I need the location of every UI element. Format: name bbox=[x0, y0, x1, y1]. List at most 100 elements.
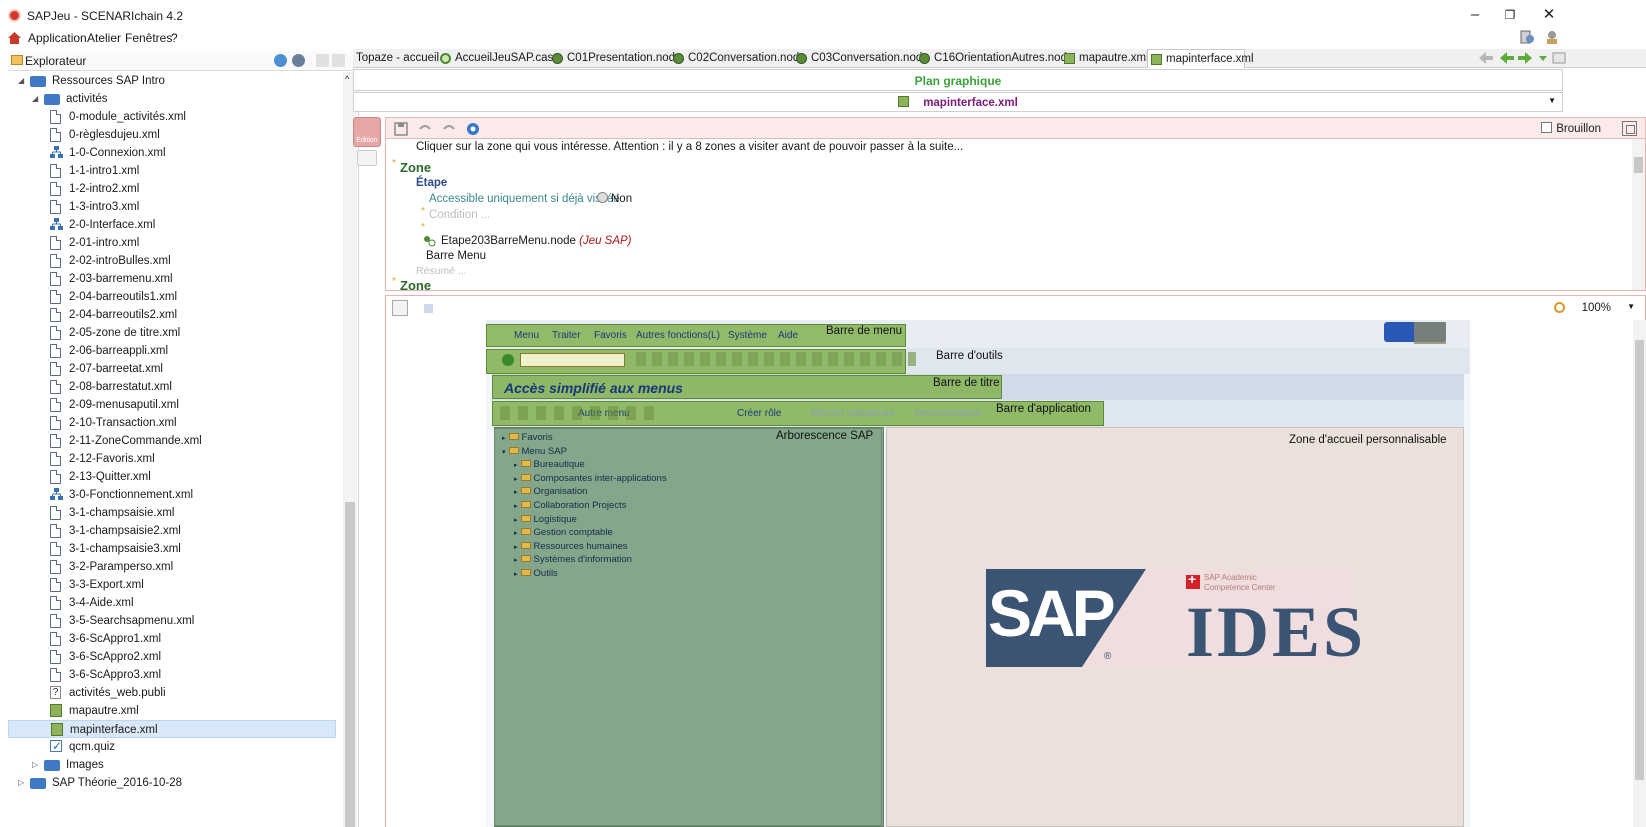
tree-item[interactable]: 2-03-barremenu.xml bbox=[8, 270, 336, 288]
tree-item[interactable]: 3-6-ScAppro2.xml bbox=[8, 648, 336, 666]
refresh-icon[interactable] bbox=[466, 122, 480, 136]
sync-icon[interactable] bbox=[274, 54, 287, 67]
maximize-panel-icon[interactable] bbox=[332, 54, 345, 67]
tree-item[interactable]: 3-4-Aide.xml bbox=[8, 594, 336, 612]
node-link[interactable]: Etape203BarreMenu.node (Jeu SAP) bbox=[441, 235, 632, 247]
tree-item[interactable]: 1-3-intro3.xml bbox=[8, 198, 336, 216]
tree-item[interactable]: 3-6-ScAppro3.xml bbox=[8, 666, 336, 684]
tree-item[interactable]: 2-04-barreoutils1.xml bbox=[8, 288, 336, 306]
tree-item[interactable]: 2-07-barreetat.xml bbox=[8, 360, 336, 378]
maximize-button[interactable]: ❐ bbox=[1498, 5, 1522, 25]
save-icon[interactable] bbox=[394, 122, 408, 136]
maximize-view-icon[interactable] bbox=[1622, 121, 1637, 136]
tab-topaze-accueil[interactable]: Topaze - accueil bbox=[353, 49, 439, 68]
tree-item[interactable]: 2-09-menusaputil.xml bbox=[8, 396, 336, 414]
close-button[interactable]: ✕ bbox=[1537, 5, 1561, 25]
zoom-icon[interactable] bbox=[1554, 302, 1565, 313]
zone-tool-icon[interactable] bbox=[424, 304, 433, 313]
home-icon[interactable] bbox=[8, 32, 21, 44]
tree-folder[interactable]: ◢ activités bbox=[8, 90, 336, 108]
tree-item[interactable]: 1-1-intro1.xml bbox=[8, 162, 336, 180]
tab-accueiljeusap-case[interactable]: AccueilJeuSAP.case bbox=[437, 49, 560, 68]
tree-folder[interactable]: ◢ Ressources SAP Intro bbox=[8, 72, 336, 90]
toggle-icon[interactable] bbox=[597, 192, 608, 203]
expand-icon[interactable]: ▷ bbox=[32, 756, 38, 774]
undo-icon[interactable] bbox=[418, 122, 432, 136]
tree-item[interactable]: 2-11-ZoneCommande.xml bbox=[8, 432, 336, 450]
condition-placeholder[interactable]: Condition ... bbox=[429, 209, 490, 221]
scroll-up-icon[interactable]: ^ bbox=[345, 74, 349, 84]
secondary-mode-button[interactable] bbox=[357, 150, 377, 166]
tree-item[interactable]: 2-05-zone de titre.xml bbox=[8, 324, 336, 342]
maximize-editor-icon[interactable] bbox=[1552, 52, 1566, 64]
zone-heading-2[interactable]: Zone bbox=[400, 278, 431, 290]
tree-item[interactable]: 3-2-Paramperso.xml bbox=[8, 558, 336, 576]
tab-mapinterface-xml[interactable]: mapinterface.xml bbox=[1147, 49, 1254, 68]
zoom-dropdown-icon[interactable]: ▼ bbox=[1627, 302, 1635, 311]
brouillon-toggle[interactable]: Brouillon bbox=[1541, 122, 1601, 135]
tree-item[interactable]: 3-1-champsaisie3.xml bbox=[8, 540, 336, 558]
tree-item[interactable]: 2-10-Transaction.xml bbox=[8, 414, 336, 432]
tree-item[interactable]: 2-0-Interface.xml bbox=[8, 216, 336, 234]
zoom-level[interactable]: 100% bbox=[1582, 302, 1611, 314]
collapse-icon[interactable]: ◢ bbox=[32, 90, 38, 108]
etape-heading[interactable]: Étape bbox=[416, 177, 447, 189]
tree-item[interactable]: 2-06-barreappli.xml bbox=[8, 342, 336, 360]
tree-item[interactable]: 2-08-barrestatut.xml bbox=[8, 378, 336, 396]
instruction-text[interactable]: Cliquer sur la zone qui vous intéresse. … bbox=[416, 141, 963, 153]
tree-item[interactable]: 1-0-Connexion.xml bbox=[8, 144, 336, 162]
scroll-thumb[interactable] bbox=[1635, 340, 1644, 780]
chevron-down-icon[interactable]: ▼ bbox=[1548, 96, 1556, 105]
tree-folder[interactable]: ▷ Images bbox=[8, 756, 336, 774]
menu-application[interactable]: Application bbox=[28, 31, 87, 45]
graph-scrollbar[interactable] bbox=[1633, 320, 1646, 827]
tab-mapautre-xml[interactable]: mapautre.xml bbox=[1061, 49, 1149, 68]
edition-mode-button[interactable]: Édition bbox=[353, 117, 381, 147]
minimize-button[interactable]: – bbox=[1463, 5, 1487, 25]
tree-item[interactable]: 3-5-Searchsapmenu.xml bbox=[8, 612, 336, 630]
expand-icon[interactable]: ▷ bbox=[18, 774, 24, 792]
zone-heading-1[interactable]: Zone bbox=[400, 160, 431, 175]
back-icon[interactable] bbox=[1479, 52, 1493, 64]
tree-item[interactable]: ? activités_web.publi bbox=[8, 684, 336, 702]
tree-item[interactable]: 0-module_activités.xml bbox=[8, 108, 336, 126]
tree-item[interactable]: 2-12-Favoris.xml bbox=[8, 450, 336, 468]
tree-item[interactable]: mapautre.xml bbox=[8, 702, 336, 720]
collapse-icon[interactable]: ◢ bbox=[18, 72, 24, 90]
history-dropdown-icon[interactable] bbox=[1536, 52, 1550, 64]
tree-item[interactable]: 2-02-introBulles.xml bbox=[8, 252, 336, 270]
graph-canvas[interactable]: Menu Traiter Favoris Autres fonctions(L) Sys… bbox=[385, 320, 1633, 827]
node-name[interactable]: Etape203BarreMenu.node bbox=[441, 235, 576, 247]
settings-icon[interactable] bbox=[292, 54, 305, 67]
tree-item[interactable]: 2-01-intro.xml bbox=[8, 234, 336, 252]
user-settings-icon[interactable] bbox=[1544, 29, 1560, 45]
tree-item[interactable]: 2-13-Quitter.xml bbox=[8, 468, 336, 486]
tree-item[interactable]: mapinterface.xml bbox=[8, 720, 336, 738]
menu-help[interactable]: ? bbox=[171, 31, 178, 45]
accessible-value[interactable]: Non bbox=[611, 193, 632, 205]
tree-item[interactable]: qcm.quiz bbox=[8, 737, 336, 756]
tab-c01presentation-node[interactable]: C01Presentation.node bbox=[549, 49, 681, 68]
tree-item[interactable]: 3-1-champsaisie2.xml bbox=[8, 522, 336, 540]
tab-c16orientationautres-node[interactable]: C16OrientationAutres.node bbox=[916, 49, 1073, 68]
menu-atelier[interactable]: Atelier bbox=[87, 31, 121, 45]
tree-folder[interactable]: ▷ SAP Théorie_2016-10-28 bbox=[8, 774, 336, 792]
tab-c02conversation-node[interactable]: C02Conversation.node bbox=[670, 49, 806, 68]
barre-menu-text[interactable]: Barre Menu bbox=[426, 250, 486, 262]
tree-item[interactable]: 3-1-champsaisie.xml bbox=[8, 504, 336, 522]
plan-file-selector[interactable]: mapinterface.xml ▼ bbox=[353, 92, 1563, 112]
tab-c03conversation-node[interactable]: C03Conversation.node bbox=[793, 49, 929, 68]
tree-item[interactable]: 3-0-Fonctionnement.xml bbox=[8, 486, 336, 504]
tree-item[interactable]: 0-règlesdujeu.xml bbox=[8, 126, 336, 144]
document-user-icon[interactable] bbox=[1519, 29, 1535, 45]
tree-item[interactable]: 1-2-intro2.xml bbox=[8, 180, 336, 198]
previous-icon[interactable] bbox=[1500, 52, 1514, 64]
minimize-panel-icon[interactable] bbox=[316, 54, 329, 67]
pointer-tool-icon[interactable] bbox=[392, 300, 408, 316]
scroll-thumb[interactable] bbox=[1634, 157, 1643, 173]
menu-fenetres[interactable]: Fenêtres bbox=[125, 31, 172, 45]
document-scrollbar[interactable] bbox=[1632, 139, 1645, 290]
tree-item[interactable]: 3-3-Export.xml bbox=[8, 576, 336, 594]
tree-item[interactable]: 2-04-barreoutils2.xml bbox=[8, 306, 336, 324]
tree-item[interactable]: 3-6-ScAppro1.xml bbox=[8, 630, 336, 648]
